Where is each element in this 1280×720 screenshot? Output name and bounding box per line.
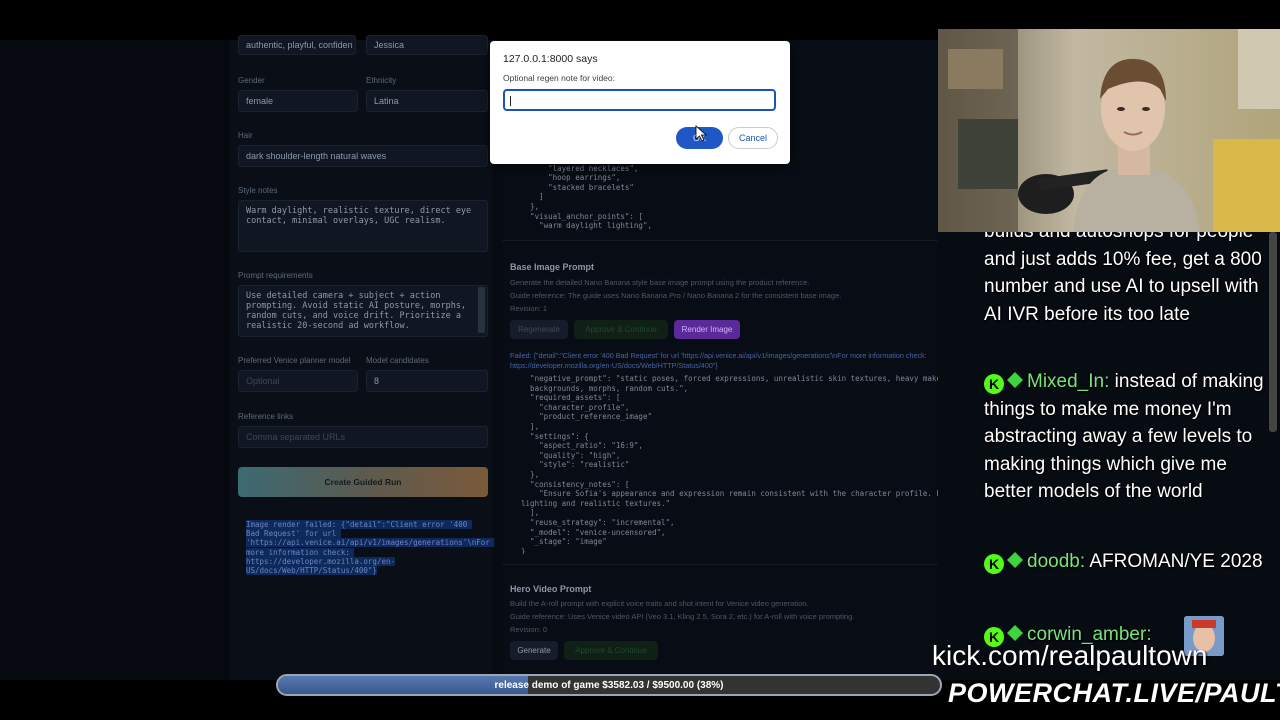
render-error-highlight: Image render failed: {"detail":"Client e… xyxy=(246,520,495,576)
text-caret xyxy=(510,96,511,106)
chat-message-text: AFROMAN/YE 2028 xyxy=(1089,551,1263,572)
base-image-error-line-1: Failed: {"detail":"Client error '400 Bad… xyxy=(510,351,927,360)
form-panel: authentic, playful, confiden Jessica Gen… xyxy=(230,35,495,680)
reference-links-label: Reference links xyxy=(238,412,294,421)
ethnicity-label: Ethnicity xyxy=(366,76,397,85)
ethnicity-field[interactable]: Latina xyxy=(366,90,488,112)
kick-badge-icon: K xyxy=(984,554,1004,574)
goal-progress-label: release demo of game $3582.03 / $9500.00… xyxy=(494,679,724,691)
left-margin xyxy=(0,40,230,680)
dialog-title: 127.0.0.1:8000 says xyxy=(503,53,598,65)
approve-video-button[interactable]: Approve & Continue xyxy=(564,641,658,660)
textarea-scrollbar[interactable] xyxy=(478,287,485,333)
gender-label: Gender xyxy=(238,76,265,85)
style-notes-label: Style notes xyxy=(238,186,278,195)
regenerate-button[interactable]: Regenerate xyxy=(510,320,568,339)
divider xyxy=(502,564,938,565)
character-profile-code: "accessories": [ "layered necklaces", "h… xyxy=(530,154,652,231)
chat-scrollbar xyxy=(1269,232,1277,432)
hair-label: Hair xyxy=(238,131,253,140)
regen-note-input[interactable] xyxy=(503,89,776,111)
chat-username: Mixed_In: xyxy=(1027,371,1110,392)
chat-message-text: instead of making things to make me mone… xyxy=(984,371,1264,503)
hero-video-guide: Guide reference: Uses Venice video API (… xyxy=(510,612,855,621)
gender-field[interactable]: female xyxy=(238,90,358,112)
chat-overlay: builds and autoshops for people and just… xyxy=(938,232,1280,672)
create-guided-run-button[interactable]: Create Guided Run xyxy=(238,467,488,497)
webcam-image xyxy=(938,29,1280,232)
gem-badge-icon xyxy=(1007,372,1023,388)
prompt-requirements-textarea[interactable]: Use detailed camera + subject + action p… xyxy=(238,285,488,337)
gem-badge-icon xyxy=(1007,552,1023,568)
base-image-prompt-code: "negative_prompt": "static poses, forced… xyxy=(521,374,938,554)
base-image-error-line-2: https://developer.mozilla.org/en-US/docs… xyxy=(510,361,718,370)
generate-video-button[interactable]: Generate xyxy=(510,641,558,660)
powerchat-url: POWERCHAT.LIVE/PAULTOWN xyxy=(948,678,1280,708)
prompt-dialog: 127.0.0.1:8000 says Optional regen note … xyxy=(490,41,790,164)
tone-field[interactable]: authentic, playful, confiden xyxy=(238,35,356,55)
cancel-button[interactable]: Cancel xyxy=(728,127,778,149)
prompt-requirements-label: Prompt requirements xyxy=(238,271,313,280)
hair-field[interactable]: dark shoulder-length natural waves xyxy=(238,145,488,167)
hero-video-revision: Revision: 0 xyxy=(510,625,548,634)
render-error-text: Image render failed: {"detail":"Client e… xyxy=(246,520,495,580)
chat-username: doodb: xyxy=(1027,551,1086,572)
name-field[interactable]: Jessica xyxy=(366,35,488,55)
donation-goal-bar: release demo of game $3582.03 / $9500.00… xyxy=(276,674,942,696)
chat-message: K Mixed_In: instead of making things to m… xyxy=(984,368,1264,506)
render-image-button[interactable]: Render Image xyxy=(674,320,740,339)
planner-model-input[interactable]: Optional xyxy=(238,370,358,392)
mouse-cursor-icon xyxy=(695,125,708,142)
base-image-revision: Revision: 1 xyxy=(510,304,548,313)
screen: authentic, playful, confiden Jessica Gen… xyxy=(0,0,1280,720)
hero-video-desc: Build the A-roll prompt with explicit vo… xyxy=(510,599,809,608)
divider xyxy=(502,240,938,241)
base-image-desc: Generate the detailed Nano Banana style … xyxy=(510,278,810,287)
base-image-title: Base Image Prompt xyxy=(510,262,595,272)
chat-message-text: builds and autoshops for people and just… xyxy=(984,232,1262,325)
base-image-guide: Guide reference: The guide uses Nano Ban… xyxy=(510,291,842,300)
dialog-message: Optional regen note for video: xyxy=(503,73,615,83)
hero-video-title: Hero Video Prompt xyxy=(510,584,592,594)
webcam-feed xyxy=(938,29,1280,232)
kick-badge-icon: K xyxy=(984,374,1004,394)
kick-channel-url: kick.com/realpaultown xyxy=(932,640,1208,671)
style-notes-textarea[interactable]: Warm daylight, realistic texture, direct… xyxy=(238,200,488,252)
planner-model-label: Preferred Venice planner model xyxy=(238,356,351,365)
model-candidates-input[interactable]: 8 xyxy=(366,370,488,392)
approve-continue-button[interactable]: Approve & Continue xyxy=(574,320,668,339)
reference-links-input[interactable]: Comma separated URLs xyxy=(238,426,488,448)
chat-message: Kdoodb: AFROMAN/YE 2028 xyxy=(984,548,1264,576)
chat-message: builds and autoshops for people and just… xyxy=(984,232,1264,328)
model-candidates-label: Model candidates xyxy=(366,356,429,365)
